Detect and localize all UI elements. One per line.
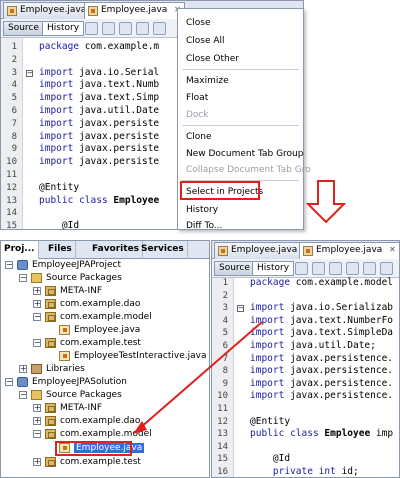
pointer-arrow <box>133 321 263 434</box>
